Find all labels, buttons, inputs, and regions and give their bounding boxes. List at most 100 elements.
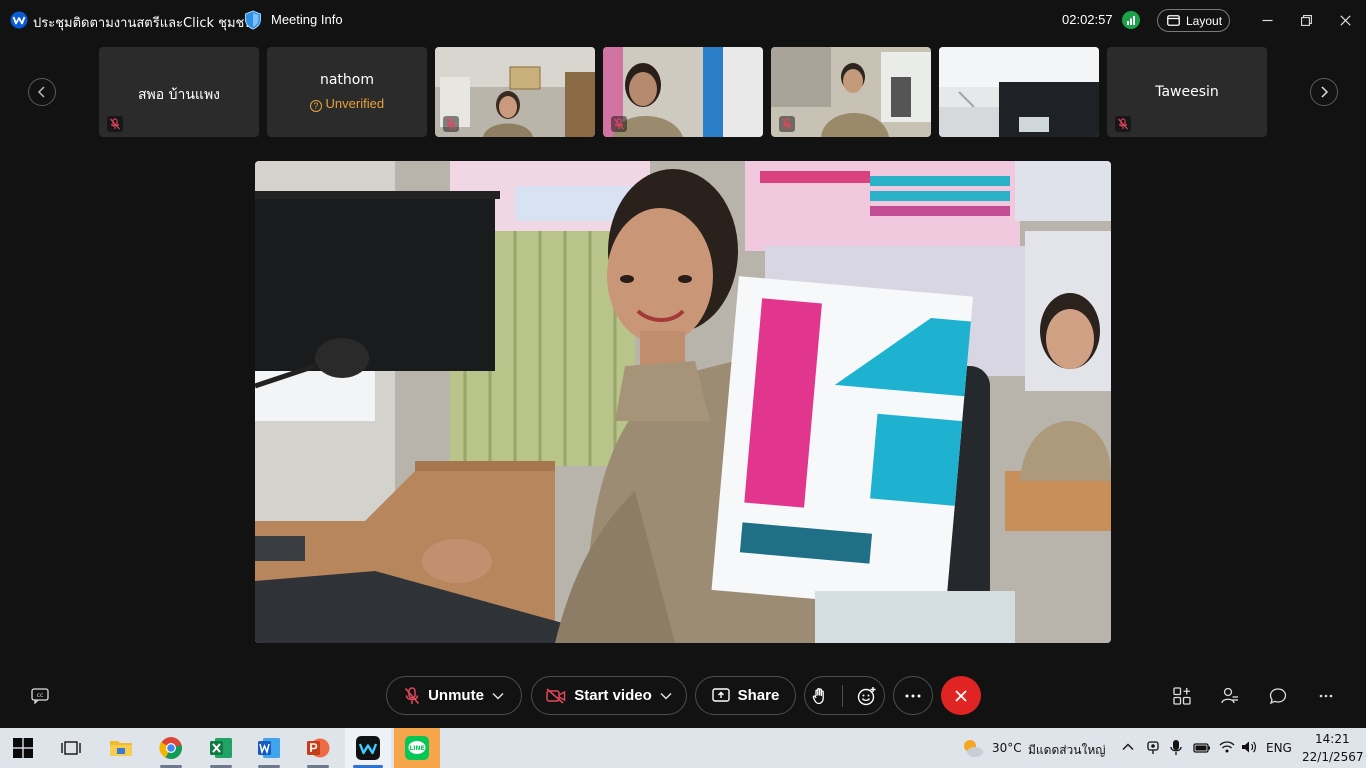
microphone-icon[interactable]	[1170, 739, 1182, 757]
chevron-left-icon	[37, 86, 45, 98]
layout-icon	[1167, 15, 1180, 26]
reactions-group	[804, 676, 885, 715]
start-video-button[interactable]: Start video	[531, 676, 687, 715]
unverified-label: Unverified	[325, 96, 385, 111]
participants-icon	[1221, 687, 1238, 704]
task-view-button[interactable]	[48, 728, 94, 768]
meeting-info-button[interactable]: Meeting Info	[271, 12, 343, 27]
powerpoint-icon	[307, 738, 330, 758]
windows-taskbar: LINE 30°C มีแดดส่วนใหญ่ ENG 14:21 22/1/2…	[0, 728, 1366, 768]
weather-description: มีแดดส่วนใหญ่	[1028, 743, 1106, 757]
chevron-right-icon	[1321, 86, 1329, 98]
share-label: Share	[737, 687, 780, 704]
mic-off-icon	[611, 116, 627, 132]
powerpoint-button[interactable]	[295, 728, 341, 768]
warning-icon: ?	[309, 100, 322, 112]
line-button[interactable]: LINE	[394, 728, 440, 768]
divider	[842, 684, 843, 707]
more-icon	[905, 694, 921, 697]
more-options-button[interactable]	[893, 676, 933, 715]
clock-date[interactable]: 22/1/2567	[1302, 750, 1364, 764]
close-icon	[955, 689, 967, 702]
end-call-button[interactable]	[941, 676, 981, 715]
minimize-button[interactable]	[1257, 10, 1277, 30]
restore-icon	[1300, 14, 1312, 26]
closed-captions-icon: cc	[31, 688, 49, 704]
unverified-badge: ? Unverified	[267, 96, 427, 112]
participant-tile[interactable]: Taweesin	[1107, 47, 1267, 137]
network-signal-icon[interactable]	[1122, 11, 1140, 29]
webex-taskbar-button[interactable]	[345, 728, 391, 768]
participant-tile[interactable]: nathom ? Unverified	[267, 47, 427, 137]
layout-label: Layout	[1186, 13, 1223, 28]
emoji-icon[interactable]	[857, 686, 877, 706]
mic-off-icon	[404, 686, 420, 704]
mic-off-icon	[443, 116, 459, 132]
weather-icon[interactable]	[960, 737, 984, 759]
start-video-label: Start video	[574, 687, 652, 704]
windows-logo-icon	[13, 738, 33, 758]
volume-icon[interactable]	[1241, 740, 1257, 754]
shield-icon[interactable]	[244, 10, 262, 30]
line-app-icon: LINE	[405, 736, 429, 760]
wifi-icon[interactable]	[1219, 740, 1235, 754]
task-view-icon	[61, 741, 81, 755]
participant-video	[435, 47, 595, 137]
chevron-down-icon[interactable]	[660, 692, 672, 700]
participant-name: nathom	[319, 72, 375, 88]
svg-text:LINE: LINE	[409, 745, 424, 752]
excel-button[interactable]	[198, 728, 244, 768]
battery-icon[interactable]	[1193, 741, 1211, 755]
previous-participants-button[interactable]	[28, 78, 56, 106]
participant-tile[interactable]: สพอ บ้านแพง	[99, 47, 259, 137]
share-button[interactable]: Share	[695, 676, 796, 715]
participant-video-tile[interactable]	[771, 47, 931, 137]
participant-video	[939, 47, 1099, 137]
captions-button[interactable]: cc	[30, 686, 50, 706]
hand-icon[interactable]	[812, 687, 828, 705]
mic-off-icon	[779, 116, 795, 132]
meeting-title: ประชุมติดตามงานสตรีและClick ชุมชน	[33, 16, 254, 31]
close-window-button[interactable]	[1335, 10, 1355, 30]
chat-button[interactable]	[1268, 686, 1288, 706]
word-icon	[258, 738, 280, 758]
mic-off-icon	[107, 116, 123, 132]
active-speaker-video[interactable]	[255, 161, 1111, 643]
chrome-icon	[159, 737, 182, 759]
participant-video-tile[interactable]	[939, 47, 1099, 137]
more-panels-button[interactable]	[1316, 686, 1336, 706]
video-off-icon	[546, 687, 566, 704]
chevron-down-icon[interactable]	[492, 692, 504, 700]
clock-time[interactable]: 14:21	[1315, 732, 1350, 746]
unmute-label: Unmute	[428, 687, 484, 704]
participant-video-tile[interactable]	[603, 47, 763, 137]
svg-text:cc: cc	[37, 692, 44, 699]
participant-video	[771, 47, 931, 137]
apps-button[interactable]	[1172, 686, 1192, 706]
title-bar: ประชุมติดตามงานสตรีและClick ชุมชน Meetin…	[0, 0, 1366, 40]
participant-video	[603, 47, 763, 137]
word-button[interactable]	[246, 728, 292, 768]
restore-button[interactable]	[1296, 10, 1316, 30]
meeting-timer: 02:02:57	[1062, 12, 1113, 27]
excel-icon	[210, 738, 232, 758]
webex-logo-icon	[356, 736, 380, 760]
unmute-button[interactable]: Unmute	[386, 676, 522, 715]
camera-in-use-icon[interactable]	[1146, 740, 1160, 756]
layout-button[interactable]: Layout	[1157, 9, 1230, 32]
apps-icon	[1173, 687, 1191, 705]
chat-icon	[1269, 688, 1287, 705]
webex-logo-icon	[10, 11, 28, 29]
mic-off-icon	[1115, 116, 1131, 132]
participants-button[interactable]	[1220, 686, 1240, 706]
file-explorer-button[interactable]	[98, 728, 144, 768]
more-icon	[1319, 694, 1333, 698]
close-icon	[1339, 14, 1351, 26]
participant-name: สพอ บ้านแพง	[137, 87, 221, 103]
chevron-up-icon[interactable]	[1122, 743, 1134, 751]
input-language[interactable]: ENG	[1266, 741, 1292, 755]
chrome-button[interactable]	[148, 728, 194, 768]
participant-video-tile[interactable]	[435, 47, 595, 137]
next-participants-button[interactable]	[1310, 78, 1338, 106]
start-button[interactable]	[0, 728, 46, 768]
